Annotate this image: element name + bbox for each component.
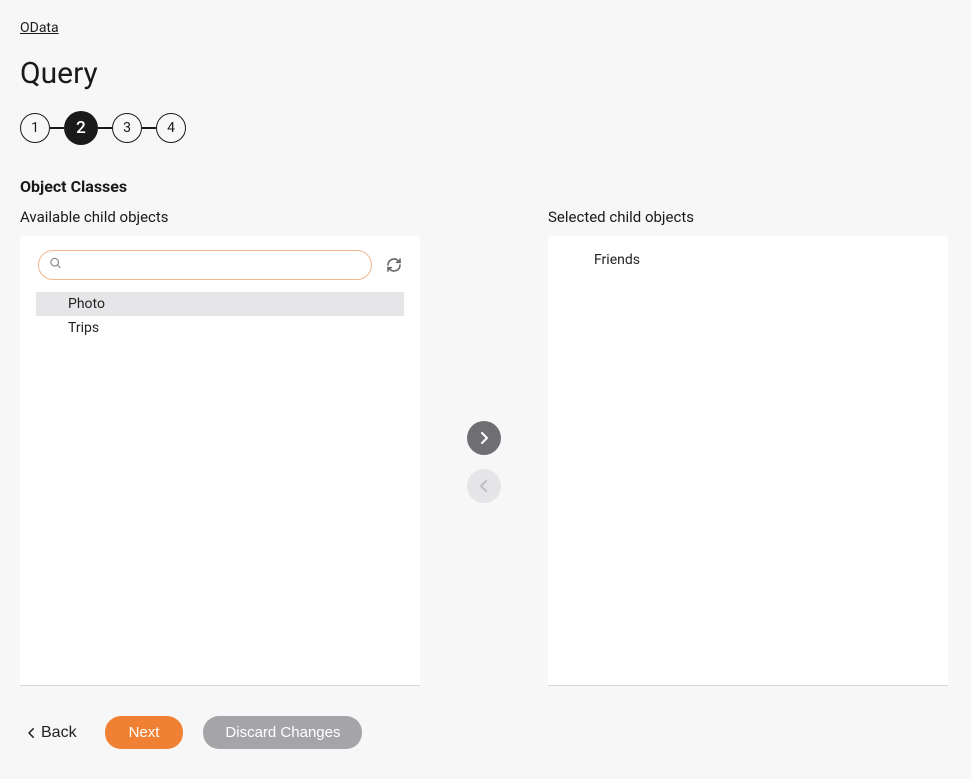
move-left-button bbox=[467, 469, 501, 503]
selected-list: Friends bbox=[548, 236, 948, 270]
refresh-button[interactable] bbox=[382, 253, 406, 277]
chevron-left-icon bbox=[28, 728, 35, 738]
selected-panel: Friends bbox=[548, 236, 948, 686]
step-connector bbox=[98, 127, 112, 129]
wizard-stepper: 1 2 3 4 bbox=[20, 111, 951, 145]
breadcrumb-link[interactable]: OData bbox=[20, 20, 59, 36]
step-connector bbox=[142, 127, 156, 129]
list-item[interactable]: Trips bbox=[36, 316, 404, 340]
available-label: Available child objects bbox=[20, 208, 420, 226]
next-button[interactable]: Next bbox=[105, 716, 184, 749]
section-title: Object Classes bbox=[20, 177, 951, 196]
selected-label: Selected child objects bbox=[548, 208, 948, 226]
step-1[interactable]: 1 bbox=[20, 113, 50, 143]
move-right-button[interactable] bbox=[467, 421, 501, 455]
available-list: Photo Trips bbox=[20, 288, 420, 340]
search-input[interactable] bbox=[38, 250, 372, 280]
step-connector bbox=[50, 127, 64, 129]
step-3[interactable]: 3 bbox=[112, 113, 142, 143]
back-label: Back bbox=[41, 724, 77, 742]
step-4[interactable]: 4 bbox=[156, 113, 186, 143]
step-2[interactable]: 2 bbox=[64, 111, 98, 145]
page-title: Query bbox=[20, 56, 951, 91]
available-panel: Photo Trips bbox=[20, 236, 420, 686]
back-button[interactable]: Back bbox=[20, 718, 85, 748]
refresh-icon bbox=[386, 257, 402, 273]
chevron-left-icon bbox=[479, 480, 489, 492]
discard-button[interactable]: Discard Changes bbox=[203, 716, 362, 749]
list-item[interactable]: Photo bbox=[36, 292, 404, 316]
chevron-right-icon bbox=[479, 432, 489, 444]
list-item[interactable]: Friends bbox=[594, 250, 932, 270]
